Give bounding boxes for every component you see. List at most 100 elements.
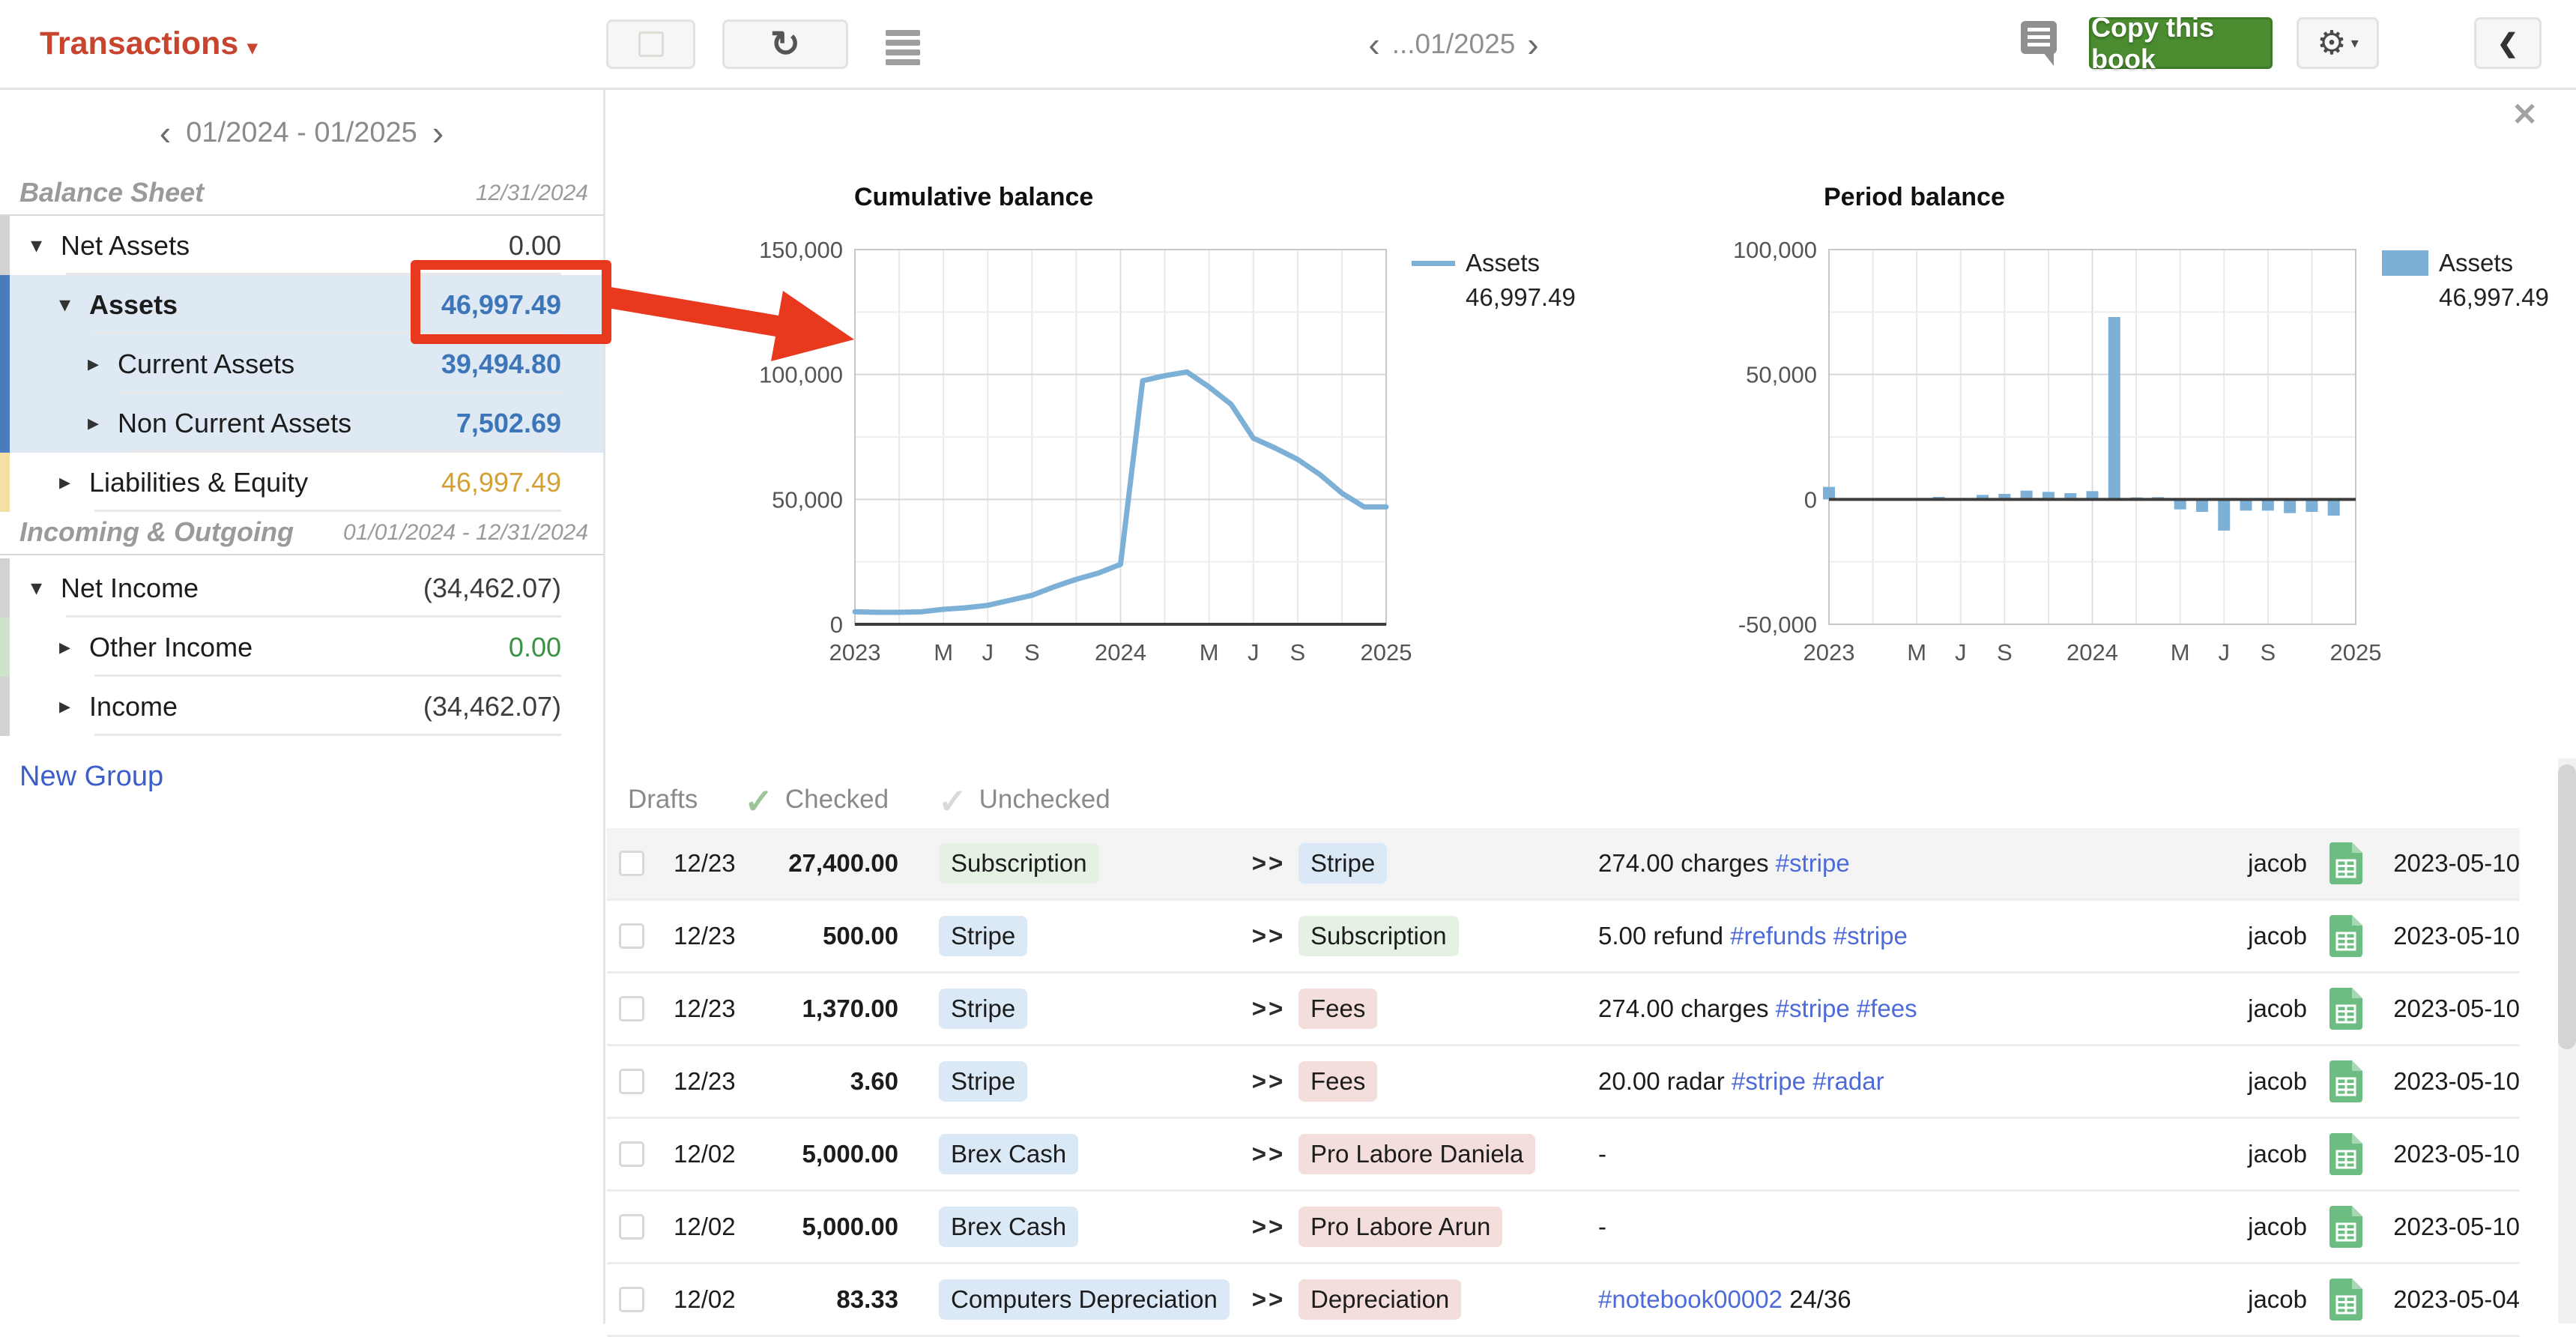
filter-checked[interactable]: Checked bbox=[785, 785, 889, 815]
tag-link[interactable]: #notebook00002 bbox=[1598, 1285, 1783, 1313]
comments-button[interactable] bbox=[2021, 21, 2060, 71]
transaction-row[interactable]: 12/2327,400.00Subscription>>Stripe274.00… bbox=[607, 828, 2520, 901]
tag-link[interactable]: #stripe bbox=[1776, 849, 1850, 877]
checked-check-icon[interactable]: ✓ bbox=[744, 781, 773, 821]
account-row[interactable]: ▸Other Income0.00 bbox=[0, 618, 603, 677]
chart-legend[interactable]: Assets 46,997.49 bbox=[1412, 249, 1576, 312]
origin-account-badge[interactable]: Stripe bbox=[939, 1061, 1027, 1102]
transaction-edited-date: 2023-05-10 bbox=[2377, 995, 2520, 1023]
expand-toggle-icon[interactable]: ▸ bbox=[88, 410, 118, 436]
chart-legend[interactable]: Assets 46,997.49 bbox=[2382, 249, 2549, 312]
scrollbar-thumb[interactable] bbox=[2558, 764, 2576, 1049]
account-balance: 39,494.80 bbox=[441, 348, 603, 380]
close-charts-button[interactable]: ✕ bbox=[2512, 96, 2538, 133]
unchecked-check-icon[interactable]: ✓ bbox=[938, 781, 967, 821]
tag-link[interactable]: #stripe bbox=[1776, 995, 1850, 1022]
row-checkbox[interactable] bbox=[619, 923, 644, 949]
page-title: Transactions bbox=[40, 25, 238, 62]
account-row[interactable]: ▸Non Current Assets7,502.69 bbox=[0, 393, 603, 453]
spreadsheet-file-icon bbox=[2329, 842, 2362, 884]
tag-link[interactable]: #radar bbox=[1812, 1067, 1884, 1095]
list-menu-icon[interactable] bbox=[886, 30, 920, 65]
origin-account-badge[interactable]: Brex Cash bbox=[939, 1134, 1078, 1174]
collapse-panel-button[interactable]: ❮ bbox=[2474, 17, 2542, 69]
account-row[interactable]: ▸Income(34,462.07) bbox=[0, 677, 603, 736]
y-axis-tick-label: 100,000 bbox=[759, 362, 843, 388]
refresh-button[interactable]: ↻ bbox=[722, 19, 848, 69]
origin-account-badge[interactable]: Subscription bbox=[939, 843, 1099, 884]
row-checkbox[interactable] bbox=[619, 851, 644, 876]
copy-book-button[interactable]: Copy this book bbox=[2089, 17, 2273, 69]
origin-account-cell: Computers Depreciation bbox=[939, 1279, 1239, 1320]
transaction-row[interactable]: 12/23500.00Stripe>>Subscription5.00 refu… bbox=[607, 901, 2520, 974]
origin-account-badge[interactable]: Brex Cash bbox=[939, 1207, 1078, 1247]
scrollbar[interactable] bbox=[2558, 758, 2576, 1324]
open-in-spreadsheet-button[interactable] bbox=[2329, 915, 2362, 957]
destination-account-badge[interactable]: Subscription bbox=[1298, 916, 1459, 956]
transaction-filters: Drafts ✓ Checked ✓ Unchecked bbox=[628, 779, 1110, 820]
expand-toggle-icon[interactable]: ▸ bbox=[59, 634, 89, 660]
x-axis-tick-label: J bbox=[982, 639, 994, 666]
x-axis-tick-label: J bbox=[2219, 639, 2231, 666]
select-all-button[interactable] bbox=[606, 19, 695, 69]
filter-unchecked[interactable]: Unchecked bbox=[979, 785, 1110, 815]
row-checkbox[interactable] bbox=[619, 1214, 644, 1240]
destination-account-badge[interactable]: Stripe bbox=[1298, 843, 1387, 884]
destination-account-badge[interactable]: Pro Labore Arun bbox=[1298, 1207, 1502, 1247]
open-in-spreadsheet-button[interactable] bbox=[2329, 988, 2362, 1030]
posting-arrow-icon: >> bbox=[1239, 849, 1298, 878]
transaction-date: 12/23 bbox=[674, 1067, 756, 1096]
account-color-strip bbox=[0, 453, 10, 512]
origin-account-cell: Subscription bbox=[939, 843, 1239, 884]
transaction-row[interactable]: 12/0283.33Computers Depreciation>>Deprec… bbox=[607, 1264, 2520, 1337]
origin-account-badge[interactable]: Stripe bbox=[939, 916, 1027, 956]
destination-account-badge[interactable]: Depreciation bbox=[1298, 1279, 1461, 1320]
open-in-spreadsheet-button[interactable] bbox=[2329, 1133, 2362, 1175]
account-row[interactable]: ▸Liabilities & Equity46,997.49 bbox=[0, 453, 603, 512]
row-checkbox[interactable] bbox=[619, 1141, 644, 1167]
posting-arrow-icon: >> bbox=[1239, 1213, 1298, 1241]
page-title-menu[interactable]: Transactions ▾ bbox=[40, 0, 257, 88]
destination-account-badge[interactable]: Pro Labore Daniela bbox=[1298, 1134, 1535, 1174]
filter-drafts[interactable]: Drafts bbox=[628, 785, 698, 815]
new-group-link[interactable]: New Group bbox=[19, 761, 163, 793]
transaction-row[interactable]: 12/231,370.00Stripe>>Fees274.00 charges … bbox=[607, 974, 2520, 1046]
y-axis-tick-label: 150,000 bbox=[759, 237, 843, 263]
row-checkbox[interactable] bbox=[619, 996, 644, 1021]
origin-account-badge[interactable]: Stripe bbox=[939, 989, 1027, 1029]
collapse-toggle-icon[interactable]: ▾ bbox=[59, 292, 89, 318]
tag-link[interactable]: #stripe bbox=[1732, 1067, 1806, 1095]
destination-account-badge[interactable]: Fees bbox=[1298, 1061, 1377, 1102]
open-in-spreadsheet-button[interactable] bbox=[2329, 842, 2362, 884]
expand-toggle-icon[interactable]: ▸ bbox=[59, 469, 89, 495]
destination-account-badge[interactable]: Fees bbox=[1298, 989, 1377, 1029]
settings-button[interactable]: ⚙ ▾ bbox=[2297, 17, 2379, 69]
transaction-row[interactable]: 12/233.60Stripe>>Fees20.00 radar #stripe… bbox=[607, 1046, 2520, 1119]
prev-period-button[interactable]: ‹ bbox=[160, 112, 171, 153]
expand-toggle-icon[interactable]: ▸ bbox=[88, 351, 118, 377]
row-checkbox[interactable] bbox=[619, 1287, 644, 1312]
account-row[interactable]: ▾Net Income(34,462.07) bbox=[0, 558, 603, 618]
open-in-spreadsheet-button[interactable] bbox=[2329, 1279, 2362, 1321]
next-period-button[interactable]: › bbox=[432, 112, 444, 153]
expand-toggle-icon[interactable]: ▸ bbox=[59, 693, 89, 719]
collapse-toggle-icon[interactable]: ▾ bbox=[31, 232, 61, 259]
account-label: Current Assets bbox=[118, 348, 294, 380]
prev-period-button[interactable]: ‹ bbox=[1368, 24, 1379, 64]
tag-link[interactable]: #stripe bbox=[1833, 922, 1908, 950]
transaction-row[interactable]: 12/025,000.00Brex Cash>>Pro Labore Arun-… bbox=[607, 1192, 2520, 1264]
destination-account-cell: Fees bbox=[1298, 989, 1598, 1029]
sidebar-period-nav: ‹ 01/2024 - 01/2025 › bbox=[0, 112, 603, 153]
x-axis-tick-label: 2024 bbox=[2066, 639, 2118, 666]
next-period-button[interactable]: › bbox=[1527, 24, 1538, 64]
origin-account-badge[interactable]: Computers Depreciation bbox=[939, 1279, 1230, 1320]
row-checkbox[interactable] bbox=[619, 1069, 644, 1094]
x-axis-tick-label: S bbox=[1024, 639, 1040, 666]
collapse-toggle-icon[interactable]: ▾ bbox=[31, 575, 61, 601]
tag-link[interactable]: #fees bbox=[1857, 995, 1917, 1022]
open-in-spreadsheet-button[interactable] bbox=[2329, 1060, 2362, 1102]
open-in-spreadsheet-button[interactable] bbox=[2329, 1206, 2362, 1248]
comment-icon bbox=[2021, 21, 2060, 67]
tag-link[interactable]: #refunds bbox=[1730, 922, 1826, 950]
transaction-row[interactable]: 12/025,000.00Brex Cash>>Pro Labore Danie… bbox=[607, 1119, 2520, 1192]
